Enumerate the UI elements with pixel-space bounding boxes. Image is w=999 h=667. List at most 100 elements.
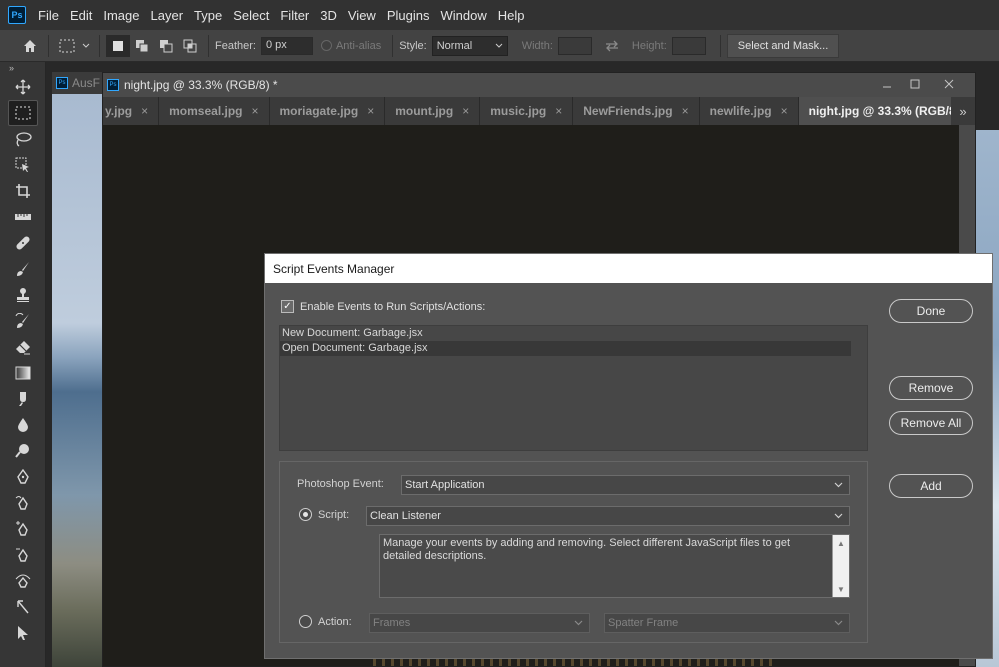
- add-to-selection-icon[interactable]: [130, 35, 154, 57]
- clone-stamp-tool-icon[interactable]: [8, 282, 38, 308]
- blur-tool-icon[interactable]: [8, 412, 38, 438]
- chevron-down-icon: [834, 513, 843, 519]
- document-tab[interactable]: momseal.jpg ×: [159, 97, 270, 125]
- height-input: [671, 36, 706, 55]
- action-dropdown[interactable]: Spatter Frame: [604, 613, 850, 633]
- delete-anchor-point-tool-icon[interactable]: [8, 542, 38, 568]
- dialog-titlebar[interactable]: Script Events Manager: [265, 254, 992, 283]
- document-tab[interactable]: NewFriends.jpg ×: [573, 97, 700, 125]
- select-and-mask-button[interactable]: Select and Mask...: [726, 33, 840, 58]
- document-tab-label: y.jpg: [105, 104, 133, 118]
- description-scrollbar[interactable]: ▲ ▼: [832, 535, 849, 597]
- enable-events-row: ✓ Enable Events to Run Scripts/Actions:: [281, 300, 485, 313]
- menu-select[interactable]: Select: [233, 8, 269, 23]
- tab-overflow-icon[interactable]: »: [951, 97, 975, 125]
- chevron-down-icon[interactable]: [79, 35, 93, 57]
- scroll-down-icon[interactable]: ▼: [833, 581, 849, 597]
- menu-window[interactable]: Window: [440, 8, 486, 23]
- ruler-tool-icon[interactable]: [8, 204, 38, 230]
- maximize-icon[interactable]: [901, 77, 929, 92]
- close-tab-icon[interactable]: ×: [555, 104, 562, 118]
- scroll-up-icon[interactable]: ▲: [833, 535, 849, 551]
- minimize-icon[interactable]: [873, 77, 901, 92]
- style-label: Style:: [399, 39, 427, 52]
- close-icon[interactable]: [929, 77, 969, 92]
- chevron-down-icon: [495, 43, 503, 48]
- script-radio[interactable]: [299, 508, 312, 521]
- enable-events-checkbox[interactable]: ✓: [281, 300, 294, 313]
- document-titlebar[interactable]: Ps night.jpg @ 33.3% (RGB/8) *: [103, 73, 975, 97]
- close-tab-icon[interactable]: ×: [781, 104, 788, 118]
- menu-layer[interactable]: Layer: [151, 8, 184, 23]
- close-tab-icon[interactable]: ×: [462, 104, 469, 118]
- chevron-down-icon: [574, 620, 583, 626]
- list-item-selected[interactable]: Open Document: Garbage.jsx: [280, 341, 851, 356]
- home-icon[interactable]: [18, 35, 42, 57]
- menu-edit[interactable]: Edit: [70, 8, 92, 23]
- divider: [99, 34, 100, 57]
- menu-image[interactable]: Image: [103, 8, 139, 23]
- divider: [208, 34, 209, 57]
- height-label: Height:: [631, 39, 667, 52]
- brush-tool-icon[interactable]: [8, 256, 38, 282]
- rectangular-marquee-tool-icon[interactable]: [8, 100, 38, 126]
- add-anchor-point-tool-icon[interactable]: [8, 516, 38, 542]
- close-tab-icon[interactable]: ×: [682, 104, 689, 118]
- crop-tool-icon[interactable]: [8, 178, 38, 204]
- subtract-from-selection-icon[interactable]: [154, 35, 178, 57]
- list-item[interactable]: New Document: Garbage.jsx: [280, 326, 851, 341]
- script-description-text: Manage your events by adding and removin…: [383, 537, 791, 562]
- style-select[interactable]: Normal: [431, 35, 508, 56]
- dodge-tool-icon[interactable]: [8, 438, 38, 464]
- close-tab-icon[interactable]: ×: [141, 104, 148, 118]
- document-tab[interactable]: moriagate.jpg ×: [270, 97, 386, 125]
- add-button[interactable]: Add: [889, 474, 973, 498]
- anti-alias-checkbox[interactable]: [320, 40, 332, 51]
- done-button[interactable]: Done: [889, 299, 973, 323]
- action-radio[interactable]: [299, 615, 312, 628]
- eraser-tool-icon[interactable]: [8, 334, 38, 360]
- freeform-pen-tool-icon[interactable]: [8, 490, 38, 516]
- history-brush-tool-icon[interactable]: [8, 308, 38, 334]
- menu-3d[interactable]: 3D: [320, 8, 337, 23]
- remove-all-button[interactable]: Remove All: [889, 411, 973, 435]
- new-selection-icon[interactable]: [106, 34, 130, 57]
- document-tab[interactable]: mount.jpg ×: [385, 97, 481, 125]
- document-tab[interactable]: music.jpg ×: [480, 97, 574, 125]
- collapse-panel-icon[interactable]: »: [0, 62, 45, 74]
- pen-tool-icon[interactable]: [8, 464, 38, 490]
- document-tab-label: music.jpg: [490, 104, 547, 118]
- remove-button[interactable]: Remove: [889, 376, 973, 400]
- action-set-dropdown[interactable]: Frames: [369, 613, 590, 633]
- move-tool-icon[interactable]: [8, 74, 38, 100]
- menu-type[interactable]: Type: [194, 8, 222, 23]
- document-tab[interactable]: y.jpg ×: [103, 97, 160, 125]
- menu-bar: Ps File Edit Image Layer Type Select Fil…: [0, 0, 999, 30]
- document-tab[interactable]: newlife.jpg ×: [700, 97, 799, 125]
- photoshop-event-dropdown[interactable]: Start Application: [401, 475, 850, 495]
- events-list[interactable]: New Document: Garbage.jsx Open Document:…: [279, 325, 868, 451]
- document-tabs: y.jpg × momseal.jpg × moriagate.jpg × mount…: [103, 97, 975, 125]
- menu-file[interactable]: File: [38, 8, 59, 23]
- options-bar: Feather: 0 px Anti-alias Style: Normal W…: [0, 30, 999, 62]
- close-tab-icon[interactable]: ×: [252, 104, 259, 118]
- menu-help[interactable]: Help: [498, 8, 525, 23]
- script-dropdown[interactable]: Clean Listener: [366, 506, 850, 526]
- healing-brush-tool-icon[interactable]: [8, 230, 38, 256]
- gradient-tool-icon[interactable]: [8, 360, 38, 386]
- object-selection-tool-icon[interactable]: [8, 152, 38, 178]
- menu-plugins[interactable]: Plugins: [387, 8, 430, 23]
- close-tab-icon[interactable]: ×: [367, 104, 374, 118]
- photoshop-doc-icon: Ps: [107, 79, 119, 91]
- convert-point-tool-icon[interactable]: [8, 594, 38, 620]
- intersect-selection-icon[interactable]: [178, 35, 202, 57]
- curvature-pen-tool-icon[interactable]: [8, 568, 38, 594]
- menu-filter[interactable]: Filter: [280, 8, 309, 23]
- document-tab-active[interactable]: night.jpg @ 33.3% (RGB/8) *×: [798, 97, 975, 125]
- smudge-tool-icon[interactable]: [8, 386, 38, 412]
- menu-view[interactable]: View: [348, 8, 376, 23]
- lasso-tool-icon[interactable]: [8, 126, 38, 152]
- path-selection-tool-icon[interactable]: [8, 620, 38, 646]
- feather-input[interactable]: 0 px: [260, 36, 313, 55]
- rect-marquee-preset-icon[interactable]: [55, 35, 79, 57]
